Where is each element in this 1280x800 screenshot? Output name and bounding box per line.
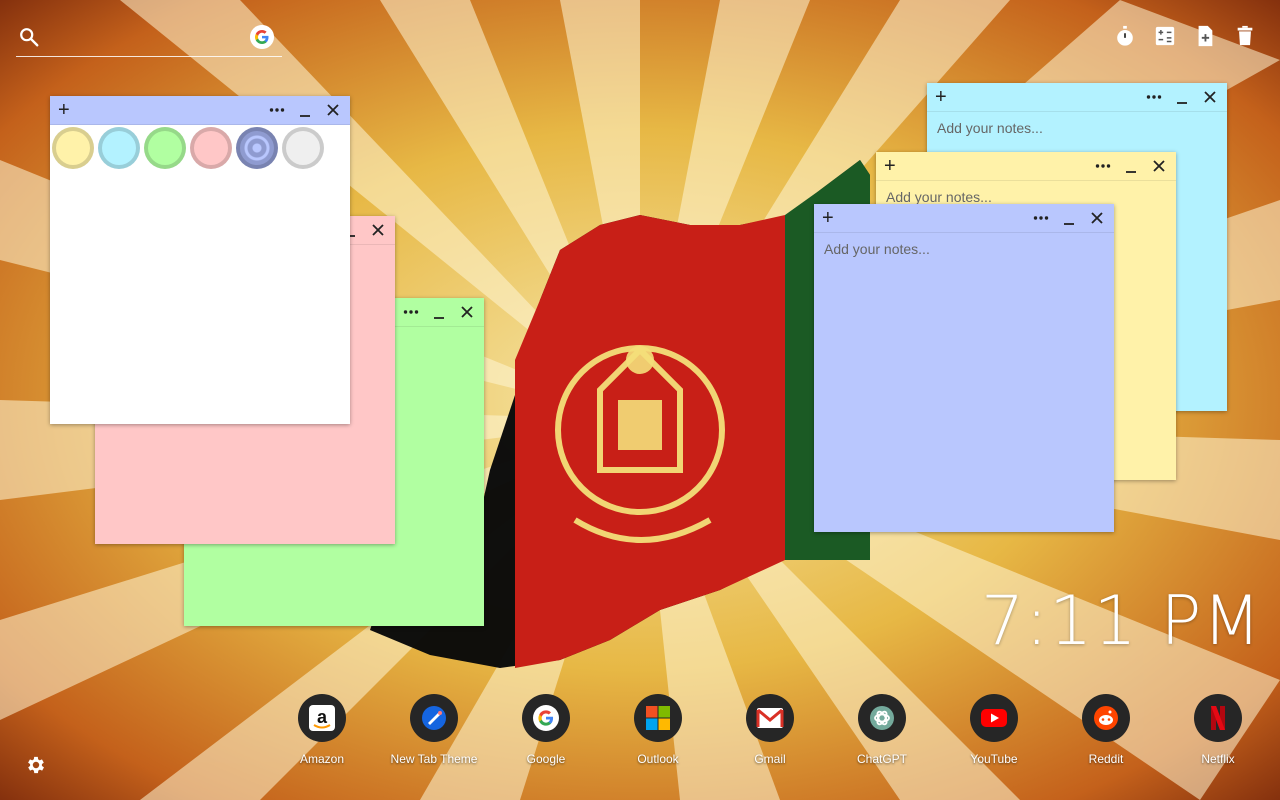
more-options-icon[interactable] bbox=[402, 303, 420, 321]
close-icon[interactable] bbox=[1201, 88, 1219, 106]
svg-text:a: a bbox=[317, 707, 328, 727]
dock-item-label: Outlook bbox=[637, 752, 679, 766]
note-textarea[interactable] bbox=[814, 233, 1114, 532]
youtube-icon bbox=[981, 709, 1007, 727]
more-options-icon[interactable] bbox=[1145, 88, 1163, 106]
dock-item-label: Google bbox=[526, 752, 566, 766]
more-options-icon[interactable] bbox=[268, 101, 286, 119]
google-icon bbox=[533, 705, 559, 731]
dock-item-outlook[interactable]: Outlook bbox=[602, 694, 714, 766]
dock-item-label: YouTube bbox=[970, 752, 1018, 766]
search-icon[interactable] bbox=[18, 26, 40, 48]
gmail-icon bbox=[756, 708, 784, 728]
dock-item-label: Reddit bbox=[1088, 752, 1124, 766]
add-note-button[interactable]: + bbox=[58, 100, 76, 120]
color-swatch-green[interactable] bbox=[144, 127, 186, 169]
dock-item-youtube[interactable]: YouTube bbox=[938, 694, 1050, 766]
sticky-note-blue: + bbox=[814, 204, 1114, 532]
color-swatch-pink[interactable] bbox=[190, 127, 232, 169]
google-search-icon[interactable] bbox=[250, 25, 274, 49]
close-icon[interactable] bbox=[1150, 157, 1168, 175]
trash-icon[interactable] bbox=[1234, 24, 1256, 48]
close-icon[interactable] bbox=[1088, 209, 1106, 227]
more-options-icon[interactable] bbox=[1094, 157, 1112, 175]
color-swatch-blue[interactable] bbox=[236, 127, 278, 169]
add-note-button[interactable]: + bbox=[935, 87, 953, 107]
dock-item-label: Gmail bbox=[754, 752, 786, 766]
close-icon[interactable] bbox=[369, 221, 387, 239]
minimize-icon[interactable] bbox=[1060, 209, 1078, 227]
dock-item-label: Netflix bbox=[1201, 752, 1235, 766]
color-swatch-cyan[interactable] bbox=[98, 127, 140, 169]
new-tab-theme-icon bbox=[422, 706, 446, 730]
new-note-icon[interactable] bbox=[1194, 24, 1216, 48]
color-swatch-yellow[interactable] bbox=[52, 127, 94, 169]
color-palette bbox=[50, 125, 350, 171]
add-note-button[interactable]: + bbox=[822, 208, 840, 228]
dock-item-reddit[interactable]: Reddit bbox=[1050, 694, 1162, 766]
search-input[interactable] bbox=[48, 24, 252, 52]
note-textarea[interactable] bbox=[50, 171, 350, 424]
amazon-icon: a bbox=[309, 705, 335, 731]
chatgpt-icon bbox=[870, 706, 894, 730]
dock-item-label: New Tab Theme bbox=[390, 752, 478, 766]
close-icon[interactable] bbox=[324, 101, 342, 119]
dock-item-label: Amazon bbox=[299, 752, 345, 766]
app-dock: a Amazon New Tab Theme Google Outlook Gm… bbox=[266, 694, 1274, 766]
settings-gear-icon[interactable] bbox=[25, 754, 47, 776]
dock-item-new-tab-theme[interactable]: New Tab Theme bbox=[378, 694, 490, 766]
dock-item-gmail[interactable]: Gmail bbox=[714, 694, 826, 766]
close-icon[interactable] bbox=[458, 303, 476, 321]
minimize-icon[interactable] bbox=[296, 101, 314, 119]
calculator-icon[interactable] bbox=[1154, 24, 1176, 48]
search-bar bbox=[16, 22, 282, 57]
more-options-icon[interactable] bbox=[1032, 209, 1050, 227]
color-swatch-white[interactable] bbox=[282, 127, 324, 169]
add-note-button[interactable]: + bbox=[884, 156, 902, 176]
sticky-note-white: + bbox=[50, 96, 350, 424]
minimize-icon[interactable] bbox=[1122, 157, 1140, 175]
clock: 7:11 PM bbox=[981, 582, 1262, 661]
netflix-icon bbox=[1211, 706, 1225, 730]
dock-item-amazon[interactable]: a Amazon bbox=[266, 694, 378, 766]
minimize-icon[interactable] bbox=[1173, 88, 1191, 106]
dock-item-chatgpt[interactable]: ChatGPT bbox=[826, 694, 938, 766]
reddit-icon bbox=[1094, 706, 1118, 730]
minimize-icon[interactable] bbox=[430, 303, 448, 321]
top-toolbar bbox=[1114, 24, 1256, 48]
timer-icon[interactable] bbox=[1114, 24, 1136, 48]
dock-item-netflix[interactable]: Netflix bbox=[1162, 694, 1274, 766]
dock-item-label: ChatGPT bbox=[856, 752, 907, 766]
outlook-icon bbox=[646, 706, 670, 730]
dock-item-google[interactable]: Google bbox=[490, 694, 602, 766]
